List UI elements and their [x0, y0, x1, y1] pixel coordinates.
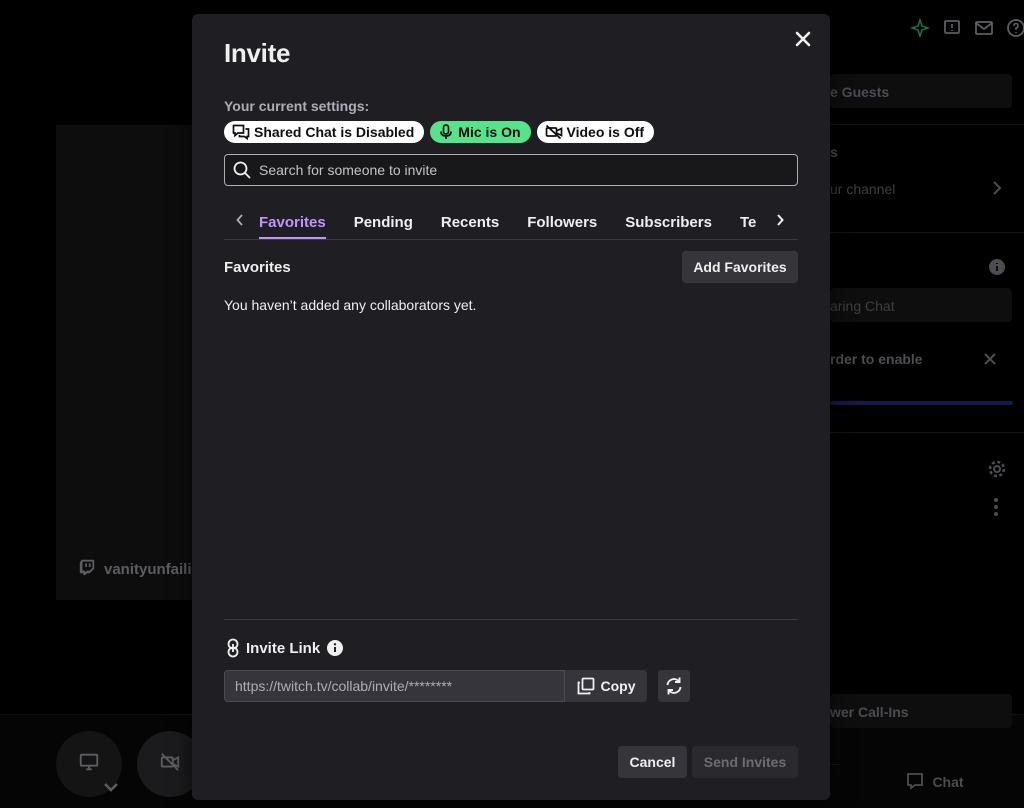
tab-recents[interactable]: Recents — [441, 206, 499, 238]
help-icon[interactable] — [1006, 18, 1024, 43]
search-box — [224, 154, 798, 186]
invite-modal: Invite Your current settings: Shared Cha… — [192, 14, 830, 800]
chevron-down-icon[interactable] — [102, 780, 120, 799]
regenerate-link-button[interactable] — [658, 670, 690, 702]
more-vertical-icon[interactable] — [993, 497, 999, 522]
panel-divider — [830, 232, 1024, 233]
stage-preview — [56, 125, 196, 600]
tab-scroll-right-button[interactable] — [768, 206, 792, 238]
close-icon — [795, 31, 811, 52]
copy-icon — [577, 677, 595, 695]
panel-divider — [830, 124, 1024, 125]
tab-followers[interactable]: Followers — [527, 206, 597, 238]
panel-divider — [830, 432, 1024, 433]
settings-pills: Shared Chat is Disabled Mic is On Video … — [224, 121, 655, 143]
search-input[interactable] — [259, 162, 797, 178]
send-invites-button[interactable]: Send Invites — [692, 746, 798, 778]
mail-icon[interactable] — [974, 18, 994, 43]
chat-bubbles-icon — [232, 124, 250, 140]
shared-chat-status-badge[interactable]: Shared Chat is Disabled — [224, 121, 425, 143]
monitor-icon — [78, 751, 100, 778]
tab-team[interactable]: Te — [740, 206, 756, 238]
add-favorites-button[interactable]: Add Favorites — [682, 251, 798, 283]
invite-link-label: Invite Link — [226, 638, 344, 658]
cancel-button[interactable]: Cancel — [618, 746, 687, 778]
current-settings-label: Your current settings: — [224, 98, 370, 114]
top-icons — [909, 17, 1024, 43]
info-icon[interactable] — [988, 258, 1006, 281]
copy-link-button[interactable]: Copy — [565, 670, 647, 702]
call-ins-label: wer Call-Ins — [830, 704, 909, 720]
favorites-section-title: Favorites — [224, 259, 291, 276]
video-off-icon — [545, 124, 563, 140]
tab-subscribers[interactable]: Subscribers — [625, 206, 712, 238]
close-icon[interactable] — [983, 352, 997, 371]
link-icon — [226, 638, 240, 658]
close-button[interactable] — [788, 26, 818, 56]
footer-divider — [224, 619, 798, 620]
sharing-chat-label: aring Chat — [830, 298, 895, 314]
refresh-icon — [664, 676, 684, 696]
tab-scroll-left-button[interactable] — [228, 206, 252, 238]
tab-favorites[interactable]: Favorites — [259, 206, 326, 239]
gear-icon[interactable] — [987, 459, 1007, 484]
guests-label: e Guests — [830, 84, 890, 100]
sparkle-icon[interactable] — [909, 17, 931, 43]
panel-divider — [830, 764, 840, 765]
search-icon — [233, 161, 251, 179]
chat-icon — [906, 772, 924, 793]
empty-state-message: You haven’t added any collaborators yet. — [224, 297, 477, 313]
chat-button[interactable]: Chat — [860, 765, 1010, 799]
progress-bar — [830, 401, 1013, 405]
section-label: s — [830, 144, 838, 160]
invite-link-field[interactable]: https://twitch.tv/collab/invite/******** — [224, 670, 565, 702]
alert-icon[interactable] — [942, 18, 962, 43]
invite-tabs: Favorites Pending Recents Followers Subs… — [224, 206, 798, 240]
video-off-icon — [159, 751, 181, 778]
chevron-left-icon — [235, 213, 245, 232]
stage-username: vanityunfaili — [78, 558, 192, 580]
microphone-icon — [438, 124, 454, 140]
tab-pending[interactable]: Pending — [354, 206, 413, 238]
modal-title: Invite — [224, 38, 291, 68]
tab-list: Favorites Pending Recents Followers Subs… — [259, 206, 784, 239]
video-status-badge[interactable]: Video is Off — [536, 121, 655, 143]
chevron-right-icon — [775, 213, 785, 232]
chevron-right-icon[interactable] — [990, 180, 1004, 201]
info-icon[interactable] — [326, 639, 344, 657]
mic-status-badge[interactable]: Mic is On — [430, 121, 531, 143]
twitch-glitch-icon — [78, 558, 96, 580]
